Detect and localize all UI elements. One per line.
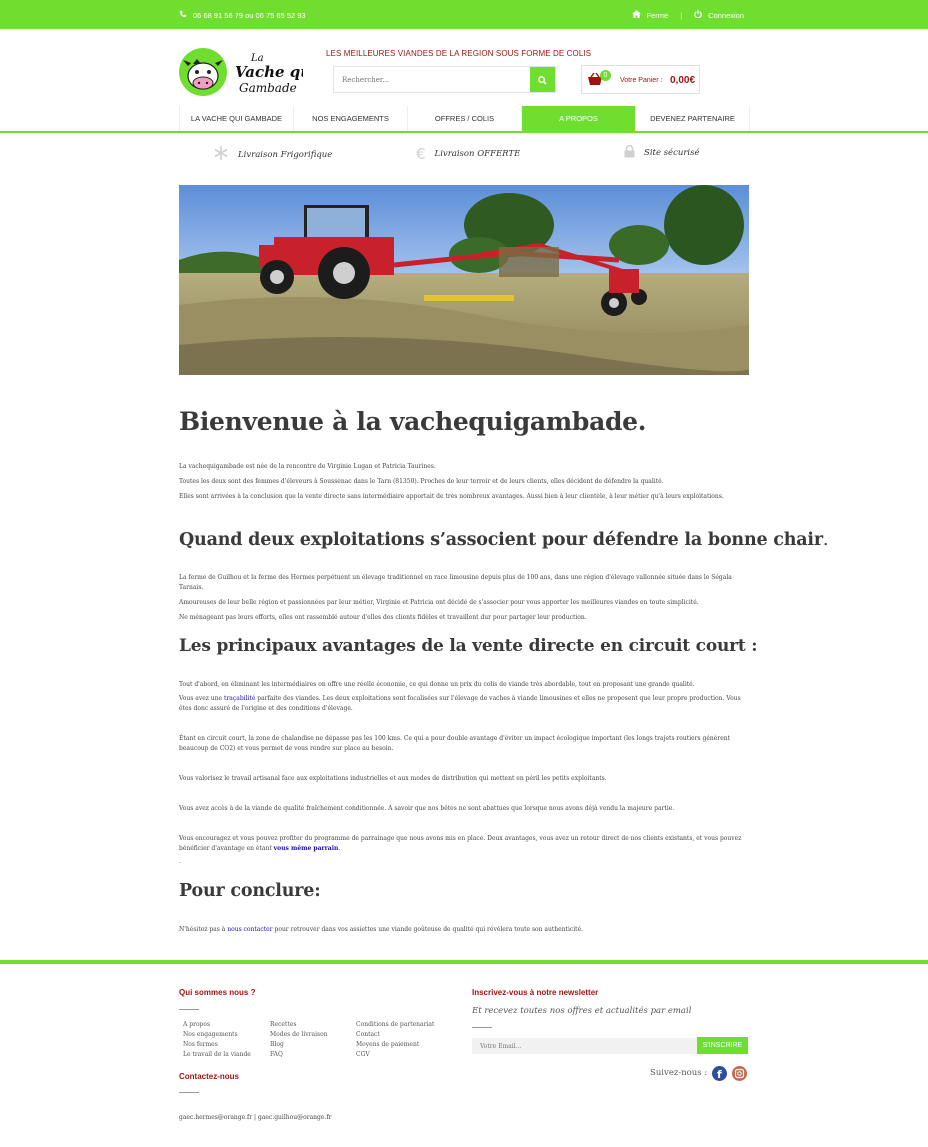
cart-label: Votre Panier : xyxy=(620,77,663,84)
divider xyxy=(179,1092,199,1093)
footer-link-blog[interactable]: Blog xyxy=(270,1041,284,1048)
section1-paragraph-2: Amoureuses de leur belle région et passi… xyxy=(179,599,699,606)
nav-item-engagements[interactable]: NOS ENGAGEMENTS xyxy=(294,106,408,131)
text: . xyxy=(338,844,341,852)
divider: | xyxy=(680,10,683,20)
text: parfaite des viandes. Les deux exploitat… xyxy=(179,695,741,712)
footer-link-apropos[interactable]: A propos xyxy=(183,1021,210,1028)
ferme-link[interactable]: Ferme xyxy=(647,11,669,20)
search-input[interactable] xyxy=(334,67,531,92)
search-icon xyxy=(538,70,547,89)
section-heading-1-dot: . xyxy=(822,530,829,550)
footer-link-contact[interactable]: Contact xyxy=(356,1031,380,1038)
search-button[interactable] xyxy=(530,67,555,92)
section-heading-2: Les principaux avantages de la vente dir… xyxy=(179,636,758,656)
feature-offerte: € Livraison OFFERTE xyxy=(416,145,520,163)
feature-frigo-label: Livraison Frigorifique xyxy=(238,149,333,160)
footer-link-engagements[interactable]: Nos engagements xyxy=(183,1031,238,1038)
main-nav: LA VACHE QUI GAMBADE NOS ENGAGEMENTS OFF… xyxy=(179,106,750,131)
nav-underline xyxy=(0,131,928,133)
site-logo[interactable]: La Vache qui Gambade xyxy=(179,46,317,98)
cart-count-badge: 0 xyxy=(600,70,611,81)
nav-item-partenaire[interactable]: DEVENEZ PARTENAIRE xyxy=(636,106,750,131)
nav-label: DEVENEZ PARTENAIRE xyxy=(650,114,735,123)
intro-paragraph-2: Toutes les deux sont des femmes d'éleveu… xyxy=(179,478,664,485)
euro-icon: € xyxy=(416,145,426,163)
follow-label: Suivez-nous : xyxy=(650,1068,708,1078)
snowflake-icon xyxy=(213,145,229,164)
footer-link-livraison[interactable]: Modes de livraison xyxy=(270,1031,328,1038)
conclusion-paragraph: N'hésitez pas à nous contacter pour retr… xyxy=(179,925,749,935)
text: N'hésitez pas à xyxy=(179,926,228,933)
footer-emails[interactable]: gaec.hermes@orange.fr | gaec.guilhou@ora… xyxy=(179,1114,331,1121)
phone-number: 06 68 91 56 79 ou 06 75 65 52 93 xyxy=(193,10,306,20)
footer-link-faq[interactable]: FAQ xyxy=(270,1051,283,1058)
phone-icon xyxy=(179,10,187,20)
feature-frigo: Livraison Frigorifique xyxy=(213,145,332,164)
instagram-icon[interactable] xyxy=(732,1066,747,1081)
section-heading-1: Quand deux exploitations s’associent pou… xyxy=(179,530,828,550)
feature-securise-label: Site sécurisé xyxy=(644,148,700,158)
footer-top-border xyxy=(0,960,928,964)
footer-link-fermes[interactable]: Nos fermes xyxy=(183,1041,218,1048)
nav-item-vache[interactable]: LA VACHE QUI GAMBADE xyxy=(180,106,294,131)
section2-paragraph-1: Tout d'abord, en éliminant les intermédi… xyxy=(179,681,695,688)
tracabilite-link[interactable]: traçabilité xyxy=(224,695,255,702)
lock-icon xyxy=(624,144,635,161)
connexion-link[interactable]: Connexion xyxy=(708,11,744,20)
text: Vous avez une xyxy=(179,695,225,702)
footer-about-heading: Qui sommes nous ? xyxy=(179,988,256,997)
power-icon xyxy=(694,10,702,20)
section2-paragraph-3: Étant en circuit court, la zone de chala… xyxy=(179,735,731,752)
nav-label: A PROPOS xyxy=(559,114,598,123)
hero-banner-image xyxy=(179,185,749,375)
section2-paragraph-6: Vous encouragez et vous pouvez profiter … xyxy=(179,834,749,853)
section1-paragraph-3: Ne ménageant pas leurs efforts, elles on… xyxy=(179,614,587,621)
home-icon xyxy=(631,10,641,20)
footer-link-partenariat[interactable]: Conditions de partenariat xyxy=(356,1021,434,1028)
footer-link-recettes[interactable]: Recettes xyxy=(270,1021,296,1028)
top-bar: 06 68 91 56 79 ou 06 75 65 52 93 Ferme |… xyxy=(0,0,928,29)
footer-link-travail[interactable]: Le travail de la viande xyxy=(183,1051,251,1058)
footer-contact-heading: Contactez-nous xyxy=(179,1072,239,1081)
nav-label: NOS ENGAGEMENTS xyxy=(312,114,389,123)
logo-text-2: Vache qui xyxy=(235,63,303,81)
section-heading-1-text: Quand deux exploitations s’associent pou… xyxy=(179,530,823,550)
section2-dot: . xyxy=(179,858,181,865)
divider xyxy=(472,1027,492,1028)
header-tagline: LES MEILLEURES VIANDES DE LA REGION SOUS… xyxy=(326,49,592,58)
section-heading-3: Pour conclure: xyxy=(179,881,321,901)
newsletter-heading: Inscrivez-vous à notre newsletter xyxy=(472,988,599,997)
feature-securise: Site sécurisé xyxy=(624,144,700,161)
subscribe-button[interactable]: S'INSCRIRE xyxy=(697,1037,748,1054)
intro-paragraph-3: Elles sont arrivées à la conclusion que … xyxy=(179,493,724,500)
text: Vous encouragez et vous pouvez profiter … xyxy=(179,835,742,852)
nav-label: LA VACHE QUI GAMBADE xyxy=(190,114,283,123)
newsletter-email-input[interactable] xyxy=(472,1038,698,1054)
intro-paragraph-1: La vachequigambade est née de la rencont… xyxy=(179,463,436,470)
cart-widget[interactable]: 0 Votre Panier : 0,00€ xyxy=(581,65,700,94)
svg-text:f: f xyxy=(717,1068,722,1081)
newsletter-subtitle: Et recevez toutes nos offres et actualit… xyxy=(472,1006,692,1016)
footer-link-paiement[interactable]: Moyens de paiement xyxy=(356,1041,419,1048)
page-title: Bienvenue à la vachequigambade. xyxy=(179,407,647,436)
text: pour retrouver dans vos assiettes une vi… xyxy=(272,926,584,933)
phone-contact[interactable]: 06 68 91 56 79 ou 06 75 65 52 93 xyxy=(179,10,306,20)
footer-link-cgv[interactable]: CGV xyxy=(356,1051,370,1058)
logo-text-3: Gambade xyxy=(239,81,297,95)
parrain-link[interactable]: vous même parrain xyxy=(274,845,339,852)
nav-item-offres[interactable]: OFFRES / COLIS xyxy=(408,106,522,131)
divider xyxy=(179,1009,199,1010)
search-box xyxy=(333,66,556,93)
facebook-icon[interactable]: f xyxy=(712,1066,727,1081)
section2-paragraph-2: Vous avez une traçabilité parfaite des v… xyxy=(179,694,749,713)
section1-paragraph-1: La ferme de Guilhou et la ferme des Herm… xyxy=(179,574,732,591)
section2-paragraph-4: Vous valorisez le travail artisanal face… xyxy=(179,775,607,782)
nav-label: OFFRES / COLIS xyxy=(434,114,495,123)
feature-offerte-label: Livraison OFFERTE xyxy=(434,149,521,159)
contact-link[interactable]: nous contacter xyxy=(227,926,272,933)
section2-paragraph-5: Vous avez accès à de la viande de qualit… xyxy=(179,805,675,812)
nav-item-apropos[interactable]: A PROPOS xyxy=(522,106,636,131)
cart-amount: 0,00€ xyxy=(670,75,696,86)
